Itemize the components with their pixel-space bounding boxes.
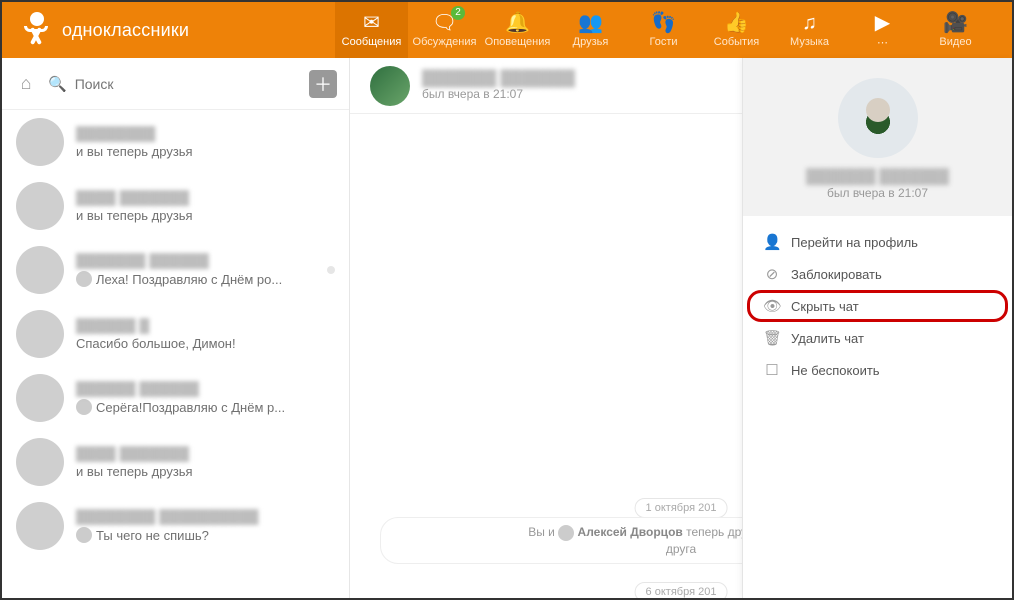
envelope-icon: ✉ [363, 12, 380, 34]
search-input[interactable] [75, 76, 299, 92]
nav-notifications[interactable]: 🔔 Оповещения [481, 2, 554, 58]
chat-list-item[interactable]: ███████ ██████ Леха! Поздравляю с Днём р… [2, 238, 349, 302]
nav-music[interactable]: ♫ Музыка [773, 2, 846, 58]
block-icon: ⊘ [763, 265, 781, 283]
conversation-avatar[interactable] [370, 66, 410, 106]
brand-name: одноклассники [62, 20, 189, 41]
trash-icon: 🗑 [763, 329, 781, 347]
list-avatar [16, 374, 64, 422]
chat-list-item[interactable]: ████ ███████ и вы теперь друзья [2, 174, 349, 238]
sender-mini-avatar [76, 271, 92, 287]
list-contact-name: ████ ███████ [76, 190, 335, 206]
nav-video[interactable]: 🎥 Видео [919, 2, 992, 58]
chat-list-item[interactable]: ██████ █ Спасибо большое, Димон! [2, 302, 349, 366]
footprints-icon: 👣 [651, 12, 676, 34]
home-icon[interactable]: ⌂ [14, 73, 38, 94]
conversation-name: ███████ ███████ [422, 70, 575, 87]
list-preview: Серёга!Поздравляю с Днём р... [76, 399, 335, 415]
nav-more[interactable]: ▶ ⋯ [846, 2, 919, 58]
nav-friends[interactable]: 👥 Друзья [554, 2, 627, 58]
menu-delete-chat[interactable]: 🗑 Удалить чат [747, 322, 1008, 354]
people-icon: 👥 [578, 12, 603, 34]
site-logo[interactable]: одноклассники [22, 12, 189, 48]
list-contact-name: ██████ ██████ [76, 381, 335, 397]
search-bar: ⌂ 🔍 ＋ [2, 58, 349, 110]
chat-sidebar: ⌂ 🔍 ＋ ████████ и вы теперь друзья [2, 58, 350, 598]
list-preview: Спасибо большое, Димон! [76, 336, 335, 351]
play-icon: ▶ [875, 12, 890, 34]
discussions-badge: 2 [451, 6, 465, 20]
nav-messages[interactable]: ✉ Сообщения [335, 2, 408, 58]
list-avatar [16, 502, 64, 550]
list-contact-name: ████████ [76, 126, 335, 142]
list-preview: и вы теперь друзья [76, 208, 335, 223]
chat-list-item[interactable]: ████████ ██████████ Ты чего не спишь? [2, 494, 349, 558]
music-note-icon: ♫ [802, 12, 817, 34]
search-field[interactable]: 🔍 [48, 75, 299, 93]
list-avatar [16, 438, 64, 486]
date-separator: 1 октября 201 [635, 498, 728, 518]
nav-guests[interactable]: 👣 Гости [627, 2, 700, 58]
thumbs-up-icon: 👍 [724, 12, 749, 34]
checkbox-empty-icon: ☐ [763, 361, 781, 379]
list-preview: и вы теперь друзья [76, 144, 335, 159]
profile-icon: 👤 [763, 233, 781, 251]
list-avatar [16, 118, 64, 166]
list-avatar [16, 246, 64, 294]
new-chat-button[interactable]: ＋ [309, 70, 337, 98]
unread-indicator [327, 266, 335, 274]
list-contact-name: ████████ ██████████ [76, 509, 335, 525]
panel-contact-name: ███████ ███████ [753, 168, 1002, 184]
menu-hide-chat[interactable]: 👁 Скрыть чат [747, 290, 1008, 322]
date-separator: 6 октября 201 [635, 582, 728, 598]
bell-icon: 🔔 [505, 12, 530, 34]
panel-avatar[interactable] [838, 78, 918, 158]
list-contact-name: ██████ █ [76, 318, 335, 334]
chat-column: ███████ ███████ был вчера в 21:07 ✆ 🎥 🔍 … [350, 58, 1012, 598]
eye-off-icon: 👁 [763, 297, 781, 315]
chat-info-panel: ███████ ███████ был вчера в 21:07 👤 Пере… [742, 58, 1012, 598]
camera-icon: 🎥 [943, 12, 968, 34]
list-avatar [16, 310, 64, 358]
nav-events[interactable]: 👍 События [700, 2, 773, 58]
main-nav: ✉ Сообщения 🗨 2 Обсуждения 🔔 Оповещения … [335, 2, 992, 58]
sender-mini-avatar [76, 399, 92, 415]
list-preview: Ты чего не спишь? [76, 527, 335, 543]
panel-hero: ███████ ███████ был вчера в 21:07 [743, 58, 1012, 216]
top-navbar: одноклассники ✉ Сообщения 🗨 2 Обсуждения… [2, 2, 1012, 58]
menu-do-not-disturb[interactable]: ☐ Не беспокоить [747, 354, 1008, 386]
list-avatar [16, 182, 64, 230]
list-contact-name: ███████ ██████ [76, 253, 311, 269]
chat-list-item[interactable]: ████████ и вы теперь друзья [2, 110, 349, 174]
conversation-status: был вчера в 21:07 [422, 87, 575, 101]
menu-block-user[interactable]: ⊘ Заблокировать [747, 258, 1008, 290]
menu-go-to-profile[interactable]: 👤 Перейти на профиль [747, 226, 1008, 258]
list-preview: Леха! Поздравляю с Днём ро... [76, 271, 311, 287]
panel-menu: 👤 Перейти на профиль ⊘ Заблокировать 👁 С… [743, 216, 1012, 396]
list-contact-name: ████ ███████ [76, 446, 335, 462]
chat-list-item[interactable]: ██████ ██████ Серёга!Поздравляю с Днём р… [2, 366, 349, 430]
panel-contact-status: был вчера в 21:07 [753, 186, 1002, 200]
chat-list: ████████ и вы теперь друзья ████ ███████… [2, 110, 349, 598]
nav-discussions[interactable]: 🗨 2 Обсуждения [408, 2, 481, 58]
ok-logo-icon [22, 12, 52, 48]
magnifier-icon: 🔍 [48, 75, 67, 93]
list-preview: и вы теперь друзья [76, 464, 335, 479]
sender-mini-avatar [76, 527, 92, 543]
chat-list-item[interactable]: ████ ███████ и вы теперь друзья [2, 430, 349, 494]
inline-avatar-icon [558, 525, 574, 541]
